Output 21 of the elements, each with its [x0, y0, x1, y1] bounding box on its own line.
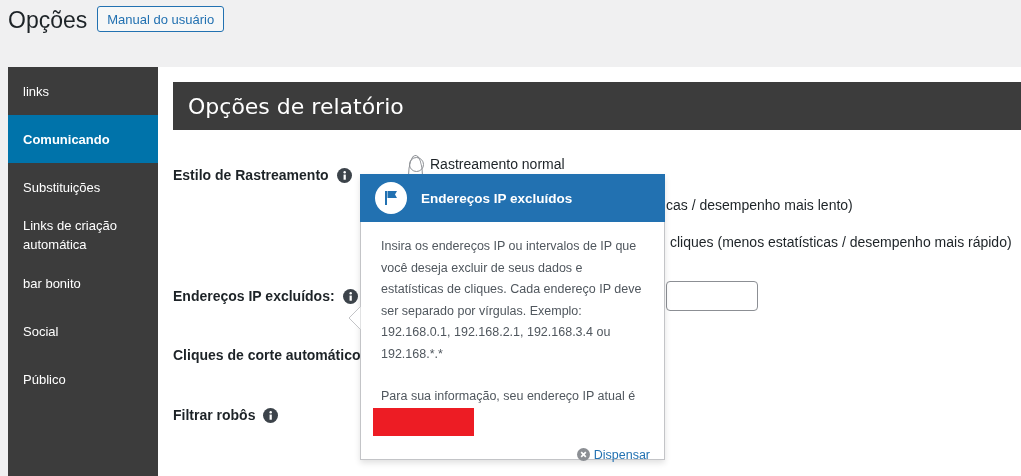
sidebar-item[interactable]: Comunicando — [8, 115, 158, 163]
option-label: Rastreamento normal — [430, 156, 565, 172]
popover-note: Para sua informação, seu endereço IP atual é — [381, 388, 637, 405]
field-label: Endereços IP excluídos: — [173, 287, 335, 305]
sidebar-item[interactable]: bar bonito — [8, 259, 158, 307]
dismiss-link[interactable]: Dispensar — [576, 447, 650, 462]
sidebar-item[interactable]: Público — [8, 355, 158, 403]
page-title: Opções — [8, 6, 88, 34]
sidebar-item[interactable]: links — [8, 67, 158, 115]
manual-button[interactable]: Manual do usuário — [97, 6, 225, 32]
panel-heading: Opções de relatório — [173, 82, 1021, 130]
popover-title: Endereços IP excluídos — [421, 190, 573, 206]
sidebar-item[interactable]: Links de criação automática — [8, 211, 158, 259]
option-label: cliques (menos estatísticas / desempenho mais rápido) — [670, 234, 1012, 250]
popover-text: Insira os endereços IP ou intervalos de IP que você deseja excluir de seus dados e estatísticas de cliques. Cada endereço IP deve ser separado por vírgulas. Exemplo: 192.168.0.1, 192.168.2.1, 192.168.3.4 ou 192.168.*.* — [381, 238, 643, 363]
sidebar-item[interactable]: Social — [8, 307, 158, 355]
field-label: Filtrar robôs — [173, 406, 256, 424]
sidebar-item[interactable]: Substituições — [8, 163, 158, 211]
field-label: Cliques de corte automático — [173, 346, 361, 364]
field-label: Estilo de Rastreamento — [173, 166, 329, 184]
option-label: cas / desempenho mais lento) — [666, 197, 853, 213]
